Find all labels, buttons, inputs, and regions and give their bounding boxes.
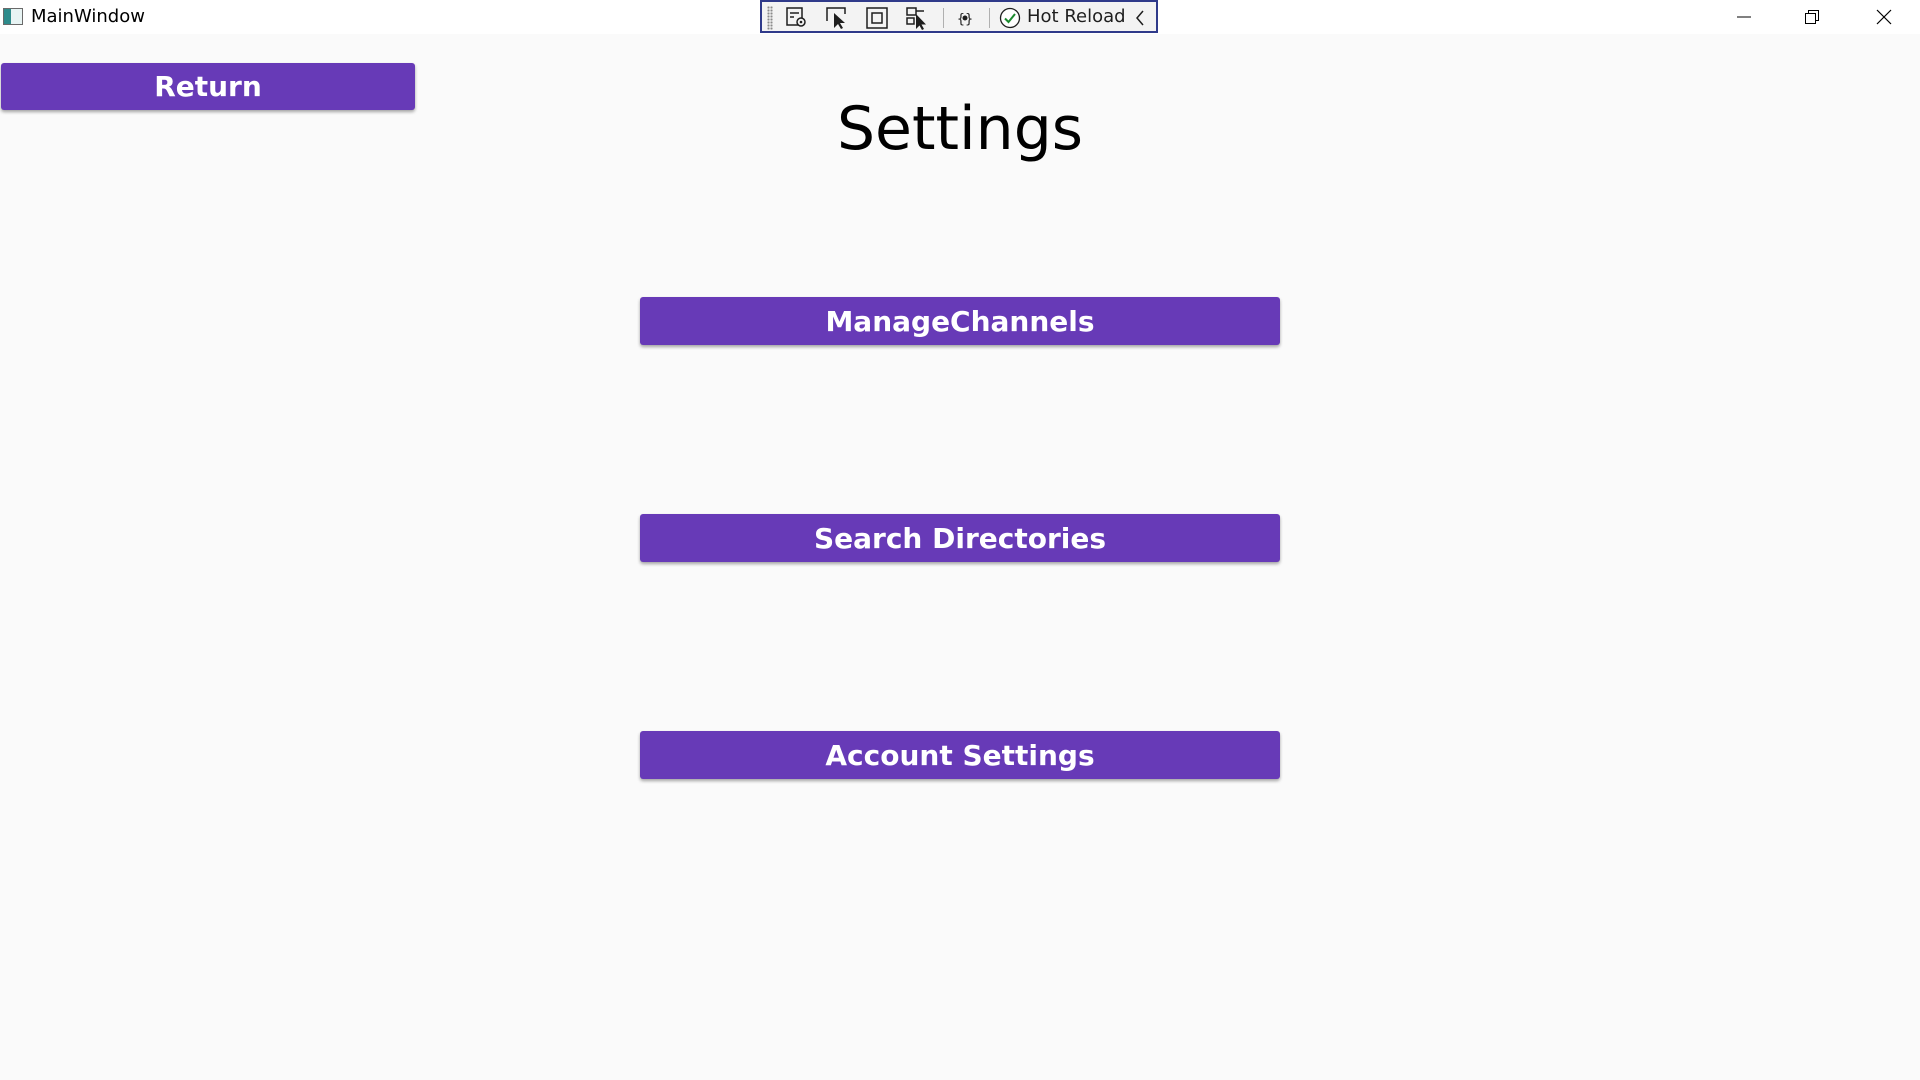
toolbar-separator (943, 8, 944, 28)
xaml-debug-toolbar: {} Hot Reload (760, 0, 1158, 33)
window-title: MainWindow (31, 6, 145, 27)
minimize-button[interactable] (1710, 0, 1778, 34)
restore-button[interactable] (1778, 0, 1846, 34)
app-icon (3, 8, 23, 25)
manage-channels-button[interactable]: ManageChannels (640, 297, 1280, 345)
check-circle-icon (998, 6, 1024, 32)
search-directories-button[interactable]: Search Directories (640, 514, 1280, 562)
track-focused-element-icon[interactable] (904, 5, 930, 31)
binding-failures-icon[interactable]: {} (952, 5, 978, 31)
select-element-icon[interactable] (824, 5, 850, 31)
account-settings-button[interactable]: Account Settings (640, 731, 1280, 779)
hot-reload-label[interactable]: Hot Reload (1027, 6, 1126, 28)
minimize-icon (1737, 16, 1751, 18)
main-window: MainWindow Hot Reload Return Settings Ma… (0, 0, 1920, 1080)
page-title: Settings (836, 94, 1084, 164)
title-bar[interactable]: MainWindow Hot Reload (0, 0, 1920, 34)
toolbar-grip-handle[interactable] (767, 6, 773, 30)
toolbar-separator (989, 8, 990, 28)
close-button[interactable] (1850, 0, 1918, 34)
close-icon (1876, 9, 1892, 25)
go-to-live-visual-tree-icon[interactable] (784, 5, 810, 31)
restore-icon (1805, 10, 1819, 24)
chevron-left-icon[interactable] (1130, 5, 1156, 31)
display-layout-adorners-icon[interactable] (864, 5, 890, 31)
